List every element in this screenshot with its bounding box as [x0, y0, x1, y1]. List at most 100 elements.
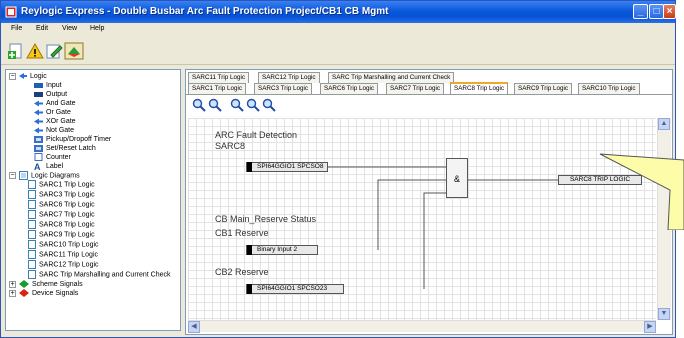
tree-item-and-gate[interactable]: And Gate	[34, 99, 76, 108]
document-icon	[28, 190, 36, 199]
scheme-signals-icon	[19, 280, 29, 289]
tree-diagram-sarc10[interactable]: SARC10 Trip Logic	[28, 240, 99, 249]
tree-logic-diagrams[interactable]: Logic Diagrams	[19, 171, 80, 180]
tree-device-signals[interactable]: Device Signals	[19, 289, 78, 298]
menu-view[interactable]: View	[62, 25, 77, 32]
tab-sarc1[interactable]: SARC1 Trip Logic	[188, 83, 247, 94]
tree-scheme-signals[interactable]: Scheme Signals	[19, 280, 83, 289]
logic-icon	[19, 73, 27, 80]
callout-arrow	[599, 153, 684, 230]
toolbar	[1, 37, 675, 65]
diagrams-folder-icon	[19, 171, 28, 180]
scroll-left-icon[interactable]: ◀	[188, 321, 200, 333]
heading-sarc8: SARC8	[215, 141, 246, 151]
edit-icon[interactable]	[45, 42, 63, 60]
document-icon	[28, 260, 36, 269]
tree-diagram-sarc9[interactable]: SARC9 Trip Logic	[28, 230, 95, 239]
document-icon	[28, 270, 36, 279]
tree-item-input[interactable]: Input	[34, 81, 62, 90]
tree-diagram-sarc8[interactable]: SARC8 Trip Logic	[28, 220, 95, 229]
horizontal-scrollbar[interactable]: ◀ ▶	[188, 320, 656, 333]
scroll-right-icon[interactable]: ▶	[644, 321, 656, 333]
tree-diagram-sarc7[interactable]: SARC7 Trip Logic	[28, 210, 95, 219]
tree-diagram-sarc3[interactable]: SARC3 Trip Logic	[28, 190, 95, 199]
tab-row-2: SARC1 Trip Logic SARC3 Trip Logic SARC6 …	[188, 82, 668, 94]
xor-gate-icon	[34, 118, 43, 125]
document-icon	[28, 220, 36, 229]
tree-diagram-sarc11[interactable]: SARC11 Trip Logic	[28, 250, 98, 259]
tree-item-or-gate[interactable]: Or Gate	[34, 108, 71, 117]
tree-item-timer[interactable]: Pickup/Dropoff Timer	[34, 135, 111, 144]
menu-help[interactable]: Help	[90, 25, 104, 32]
tab-sarc6[interactable]: SARC6 Trip Logic	[320, 83, 379, 94]
tree-item-counter[interactable]: Counter	[34, 153, 71, 162]
heading-arc-fault: ARC Fault Detection	[215, 130, 298, 140]
tab-row-1: SARC11 Trip Logic SARC12 Trip Logic SARC…	[188, 72, 668, 83]
diagram-canvas[interactable]: ARC Fault Detection SARC8 SPI64GGIO1 SPC…	[188, 118, 656, 320]
tree-item-xor-gate[interactable]: XOr Gate	[34, 117, 76, 126]
tree-diagram-sarc1[interactable]: SARC1 Trip Logic	[28, 180, 95, 189]
document-icon	[28, 250, 36, 259]
menu-bar: File Edit View Help	[1, 23, 675, 37]
tab-sarc7[interactable]: SARC7 Trip Logic	[386, 83, 445, 94]
add-icon[interactable]	[7, 42, 25, 60]
tab-divider	[186, 94, 672, 95]
tree-item-latch[interactable]: Set/Reset Latch	[34, 144, 96, 153]
title-bar[interactable]: Reylogic Express - Double Busbar Arc Fau…	[1, 1, 676, 23]
project-tree: − Logic Input Output And Gate Or Gate XO…	[5, 69, 181, 331]
zoom-100-icon[interactable]	[230, 98, 244, 112]
tree-diagram-sarc12[interactable]: SARC12 Trip Logic	[28, 260, 99, 269]
warning-icon[interactable]	[26, 42, 44, 60]
zoom-fit-icon[interactable]	[246, 98, 260, 112]
input-signal-2[interactable]: Binary Input 2	[246, 245, 318, 255]
document-icon	[28, 210, 36, 219]
scroll-down-icon[interactable]: ▼	[658, 308, 670, 320]
label-icon: A	[34, 162, 41, 170]
close-button[interactable]: ×	[663, 4, 676, 19]
document-icon	[28, 230, 36, 239]
document-icon	[28, 200, 36, 209]
label-cb1-reserve: CB1 Reserve	[215, 228, 269, 238]
input-signal-3[interactable]: SPI64GGIO1 SPCSO23	[246, 284, 344, 294]
zoom-out-icon[interactable]	[208, 98, 222, 112]
maximize-button[interactable]: □	[649, 4, 664, 19]
and-gate[interactable]: &	[446, 158, 468, 198]
collapse-logic[interactable]: −	[9, 73, 16, 80]
tab-sarc9[interactable]: SARC9 Trip Logic	[514, 83, 573, 94]
tab-marshalling[interactable]: SARC Trip Marshalling and Current Check	[328, 72, 455, 83]
tree-diagram-marshalling[interactable]: SARC Trip Marshalling and Current Check	[28, 270, 171, 279]
tab-sarc8[interactable]: SARC8 Trip Logic	[450, 82, 509, 94]
device-signals-icon	[19, 289, 29, 298]
tab-sarc12[interactable]: SARC12 Trip Logic	[258, 72, 320, 83]
app-window: Reylogic Express - Double Busbar Arc Fau…	[0, 0, 676, 338]
scroll-up-icon[interactable]: ▲	[658, 118, 670, 130]
menu-file[interactable]: File	[11, 25, 22, 32]
output-icon	[34, 91, 43, 97]
tree-logic[interactable]: Logic	[19, 72, 47, 81]
zoom-in-icon[interactable]	[192, 98, 206, 112]
app-icon	[5, 6, 17, 18]
zoom-selection-icon[interactable]	[262, 98, 276, 112]
and-gate-icon	[34, 100, 43, 107]
minimize-button[interactable]: _	[633, 4, 648, 19]
document-icon	[28, 180, 36, 189]
counter-icon	[34, 153, 43, 162]
latch-icon	[34, 144, 43, 152]
tab-sarc3[interactable]: SARC3 Trip Logic	[254, 83, 313, 94]
tree-item-label[interactable]: A Label	[34, 162, 63, 171]
nav-icon[interactable]	[64, 42, 84, 60]
tab-sarc10[interactable]: SARC10 Trip Logic	[578, 83, 640, 94]
not-gate-icon	[34, 127, 43, 134]
timer-icon	[34, 135, 43, 143]
collapse-diagrams[interactable]: −	[9, 172, 16, 179]
tab-sarc11[interactable]: SARC11 Trip Logic	[188, 72, 250, 83]
label-cb2-reserve: CB2 Reserve	[215, 267, 269, 277]
menu-edit[interactable]: Edit	[36, 25, 48, 32]
tree-item-not-gate[interactable]: Not Gate	[34, 126, 74, 135]
tree-diagram-sarc6[interactable]: SARC6 Trip Logic	[28, 200, 95, 209]
heading-cb-status: CB Main_Reserve Status	[215, 214, 317, 224]
input-signal-1[interactable]: SPI64GGIO1 SPCSO8	[246, 162, 328, 172]
expand-scheme-signals[interactable]: +	[9, 281, 16, 288]
expand-device-signals[interactable]: +	[9, 290, 16, 297]
tree-item-output[interactable]: Output	[34, 90, 67, 99]
